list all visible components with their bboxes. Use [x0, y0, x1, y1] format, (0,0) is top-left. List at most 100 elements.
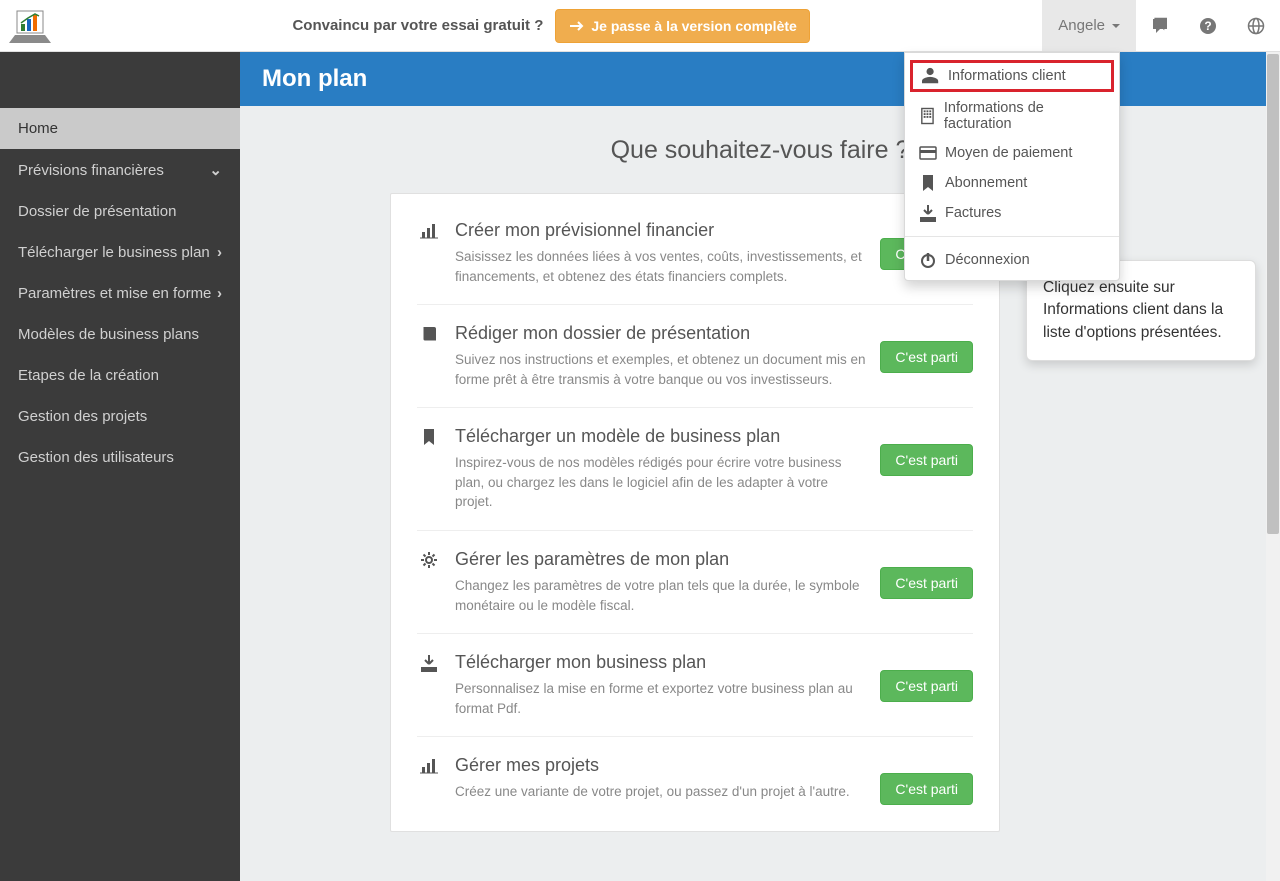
sidebar-item-label: Dossier de présentation [18, 203, 176, 220]
book-icon [417, 323, 441, 389]
task-go-button-2[interactable]: C'est parti [880, 444, 973, 476]
dropdown-item-label: Abonnement [945, 175, 1027, 191]
dropdown-item-label: Informations client [948, 68, 1066, 84]
chevron-right-icon: › [217, 285, 222, 302]
trial-text: Convaincu par votre essai gratuit ? [292, 17, 543, 34]
gear-icon [417, 549, 441, 615]
task-desc: Saisissez les données liées à vos ventes… [455, 247, 866, 286]
logo[interactable] [0, 9, 60, 43]
globe-button[interactable] [1232, 0, 1280, 51]
dropdown-item-2[interactable]: Moyen de paiement [905, 138, 1119, 168]
trial-banner: Convaincu par votre essai gratuit ? Je p… [60, 9, 1042, 43]
nav-right: Angele [1042, 0, 1280, 51]
chevron-down-icon: ⌄ [209, 161, 222, 179]
user-icon [922, 67, 940, 85]
bookmark-icon [919, 174, 937, 192]
chevron-right-icon: › [217, 244, 222, 261]
sidebar-item-label: Paramètres et mise en forme [18, 285, 211, 302]
sidebar-item-label: Télécharger le business plan [18, 244, 210, 261]
chat-button[interactable] [1136, 0, 1184, 51]
bar-chart-icon [417, 220, 441, 286]
download-icon [417, 652, 441, 718]
sidebar-item-1[interactable]: Prévisions financières ⌄ [0, 149, 240, 191]
task-title: Gérer mes projets [455, 755, 866, 776]
sidebar-item-0[interactable]: Home [0, 108, 240, 149]
content: Que souhaitez-vous faire ? Créer mon pré… [240, 106, 1280, 881]
task-desc: Changez les paramètres de votre plan tel… [455, 576, 866, 615]
tasks-panel: Créer mon prévisionnel financier Saisiss… [390, 193, 1000, 832]
sidebar-item-label: Gestion des utilisateurs [18, 449, 174, 466]
sidebar-item-4[interactable]: Paramètres et mise en forme › [0, 273, 240, 314]
globe-icon [1247, 17, 1265, 35]
sidebar-item-3[interactable]: Télécharger le business plan › [0, 232, 240, 273]
sidebar-item-5[interactable]: Modèles de business plans [0, 314, 240, 355]
task-title: Rédiger mon dossier de présentation [455, 323, 866, 344]
page-title: Mon plan [262, 65, 367, 93]
task-go-button-3[interactable]: C'est parti [880, 567, 973, 599]
book-icon [420, 325, 438, 343]
credit-card-icon [919, 144, 937, 162]
bar-chart-icon [417, 755, 441, 805]
sidebar-item-8[interactable]: Gestion des utilisateurs [0, 437, 240, 478]
dropdown-item-1[interactable]: Informations de facturation [905, 94, 1119, 138]
task-title: Créer mon prévisionnel financier [455, 220, 866, 241]
task-desc: Inspirez-vous de nos modèles rédigés pou… [455, 453, 866, 512]
task-title: Gérer les paramètres de mon plan [455, 549, 866, 570]
upgrade-label: Je passe à la version complète [591, 18, 796, 34]
task-row-3: Gérer les paramètres de mon plan Changez… [417, 531, 973, 634]
dropdown-divider [905, 236, 1119, 237]
sidebar-item-label: Gestion des projets [18, 408, 147, 425]
chat-icon [1151, 17, 1169, 35]
main-area: Mon plan Que souhaitez-vous faire ? Crée… [240, 52, 1280, 881]
topbar: Convaincu par votre essai gratuit ? Je p… [0, 0, 1280, 52]
task-go-button-5[interactable]: C'est parti [880, 773, 973, 805]
user-name: Angele [1058, 17, 1105, 34]
caret-down-icon [1112, 24, 1120, 28]
dropdown-item-label: Informations de facturation [944, 100, 1105, 132]
sidebar-item-7[interactable]: Gestion des projets [0, 396, 240, 437]
building-icon [919, 107, 936, 125]
chevron-right-icon [568, 17, 586, 35]
task-row-1: Rédiger mon dossier de présentation Suiv… [417, 305, 973, 408]
task-row-2: Télécharger un modèle de business plan I… [417, 408, 973, 531]
sidebar-item-label: Home [18, 120, 58, 137]
task-go-button-4[interactable]: C'est parti [880, 670, 973, 702]
download-icon [919, 204, 937, 222]
dropdown-item-label: Moyen de paiement [945, 145, 1072, 161]
user-menu-toggle[interactable]: Angele [1042, 0, 1136, 51]
bookmark-icon [420, 428, 438, 446]
task-title: Télécharger mon business plan [455, 652, 866, 673]
dropdown-item-label: Factures [945, 205, 1001, 221]
task-row-0: Créer mon prévisionnel financier Saisiss… [417, 202, 973, 305]
sidebar-item-2[interactable]: Dossier de présentation [0, 191, 240, 232]
dropdown-logout[interactable]: Déconnexion [905, 245, 1119, 275]
bookmark-icon [417, 426, 441, 512]
task-go-button-1[interactable]: C'est parti [880, 341, 973, 373]
help-button[interactable] [1184, 0, 1232, 51]
sidebar: Home Prévisions financières ⌄ Dossier de … [0, 52, 240, 881]
task-row-5: Gérer mes projets Créez une variante de … [417, 737, 973, 823]
sidebar-item-label: Prévisions financières [18, 162, 164, 179]
task-desc: Suivez nos instructions et exemples, et … [455, 350, 866, 389]
power-icon [919, 251, 937, 269]
download-icon [420, 654, 438, 672]
help-icon [1199, 17, 1217, 35]
callout-text: Cliquez ensuite sur Informations client … [1043, 279, 1223, 341]
sidebar-item-6[interactable]: Etapes de la création [0, 355, 240, 396]
page-header: Mon plan [240, 52, 1280, 106]
scrollbar[interactable] [1266, 52, 1280, 881]
bar-chart-icon [420, 222, 438, 240]
dropdown-item-4[interactable]: Factures [905, 198, 1119, 228]
gear-icon [420, 551, 438, 569]
task-title: Télécharger un modèle de business plan [455, 426, 866, 447]
upgrade-button[interactable]: Je passe à la version complète [555, 9, 809, 43]
task-desc: Personnalisez la mise en forme et export… [455, 679, 866, 718]
sidebar-item-label: Modèles de business plans [18, 326, 199, 343]
user-dropdown: Informations client Informations de fact… [904, 52, 1120, 281]
bar-chart-icon [420, 757, 438, 775]
dropdown-item-3[interactable]: Abonnement [905, 168, 1119, 198]
dropdown-item-0[interactable]: Informations client [910, 60, 1114, 92]
sidebar-item-label: Etapes de la création [18, 367, 159, 384]
dropdown-logout-label: Déconnexion [945, 252, 1030, 268]
task-row-4: Télécharger mon business plan Personnali… [417, 634, 973, 737]
